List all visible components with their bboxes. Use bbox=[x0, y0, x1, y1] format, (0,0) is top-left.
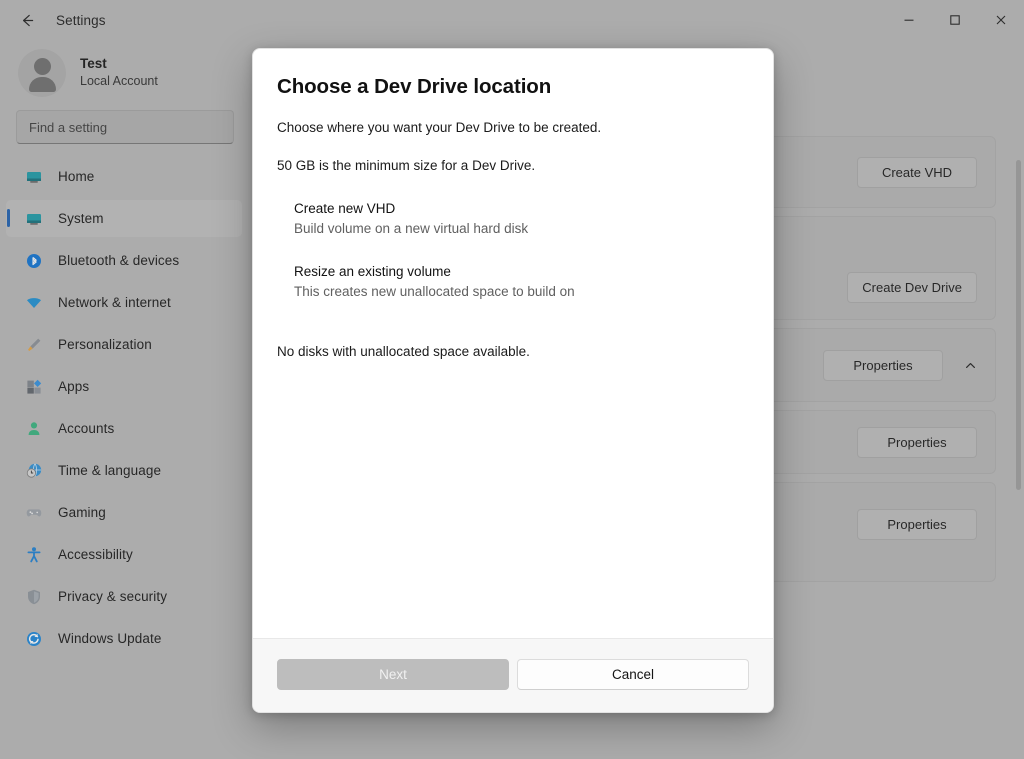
dialog-body: Choose a Dev Drive location Choose where… bbox=[253, 49, 773, 638]
option-subtitle: Build volume on a new virtual hard disk bbox=[294, 220, 749, 238]
location-options: Create new VHD Build volume on a new vir… bbox=[277, 200, 749, 301]
dialog-footer: Next Cancel bbox=[253, 638, 773, 712]
dialog-paragraph-1: Choose where you want your Dev Drive to … bbox=[277, 119, 749, 137]
dev-drive-location-dialog: Choose a Dev Drive location Choose where… bbox=[252, 48, 774, 713]
empty-state-message: No disks with unallocated space availabl… bbox=[277, 344, 749, 359]
option-resize-existing-volume[interactable]: Resize an existing volume This creates n… bbox=[277, 263, 749, 301]
option-subtitle: This creates new unallocated space to bu… bbox=[294, 283, 749, 301]
option-title: Create new VHD bbox=[294, 200, 749, 218]
next-button[interactable]: Next bbox=[277, 659, 509, 690]
option-title: Resize an existing volume bbox=[294, 263, 749, 281]
dialog-title: Choose a Dev Drive location bbox=[277, 75, 749, 99]
option-create-new-vhd[interactable]: Create new VHD Build volume on a new vir… bbox=[277, 200, 749, 238]
cancel-button[interactable]: Cancel bbox=[517, 659, 749, 690]
dialog-paragraph-2: 50 GB is the minimum size for a Dev Driv… bbox=[277, 157, 749, 175]
